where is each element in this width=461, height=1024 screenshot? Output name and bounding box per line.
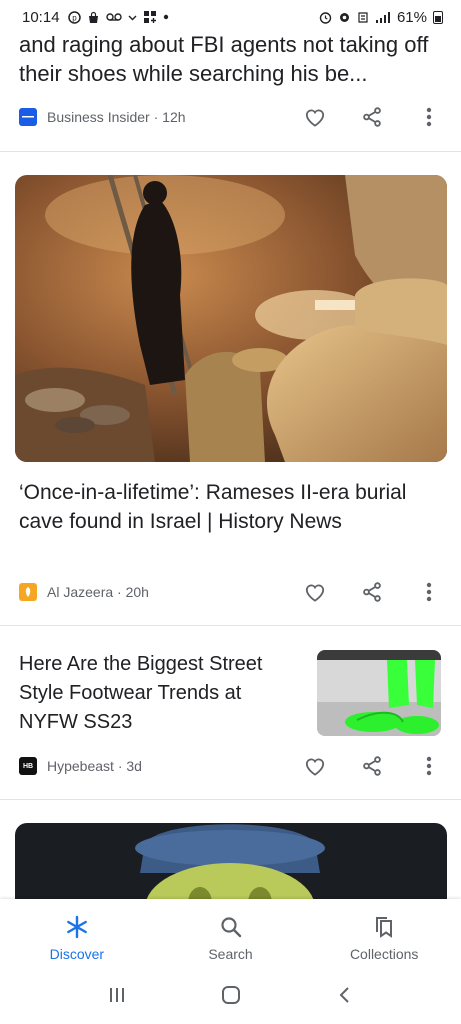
divider [0, 799, 461, 800]
heart-icon [305, 109, 325, 127]
search-icon [218, 914, 244, 940]
dot-icon [163, 14, 168, 20]
nav-search[interactable]: Search [154, 899, 308, 971]
alarm-icon [319, 11, 332, 24]
signal-icon [375, 11, 390, 23]
settings-icon [339, 12, 349, 22]
nav-collections[interactable]: Collections [307, 899, 461, 971]
nav-discover[interactable]: Discover [0, 899, 154, 971]
system-icons: 61% [319, 9, 443, 26]
al-jazeera-logo [19, 583, 37, 601]
share-button[interactable] [357, 105, 387, 129]
share-button[interactable] [357, 580, 387, 604]
like-button[interactable] [300, 580, 330, 604]
share-button[interactable] [357, 754, 387, 778]
nav-label: Search [208, 946, 253, 962]
nav-label: Discover [49, 946, 105, 962]
recent-apps-button[interactable] [107, 985, 127, 1010]
back-button[interactable] [335, 985, 355, 1010]
heart-icon [305, 758, 325, 776]
article-title[interactable]: ‘Once-in-a-lifetime’: Rameses II-era bur… [19, 478, 439, 536]
status-time: 10:14 [22, 8, 60, 26]
share-icon [363, 756, 381, 776]
home-button[interactable] [220, 984, 242, 1011]
status-bar: 10:14 p 61% [0, 0, 461, 34]
chevron-down-icon [128, 15, 137, 20]
article-title[interactable]: Here Are the Biggest Street Style Footwe… [19, 650, 304, 737]
more-vert-icon [426, 107, 432, 127]
more-options-button[interactable] [414, 105, 444, 129]
article-meta-row: Al Jazeera · 20h [19, 580, 444, 604]
notification-icons: p [67, 10, 169, 24]
article-source: Hypebeast · 3d [47, 758, 142, 774]
back-icon [339, 987, 349, 1003]
article-meta-row: Business Insider · 12h [19, 105, 444, 129]
bag-icon [88, 11, 98, 23]
asterisk-icon [64, 914, 90, 940]
more-options-button[interactable] [414, 580, 444, 604]
battery-percent: 61% [396, 8, 427, 26]
nav-label: Collections [349, 946, 419, 962]
divider [0, 625, 461, 626]
voicemail-icon [105, 13, 122, 21]
article-hero-image[interactable] [15, 175, 447, 462]
more-vert-icon [426, 582, 432, 602]
like-button[interactable] [300, 105, 330, 129]
hypebeast-logo: HB [19, 757, 37, 775]
heart-icon [305, 584, 325, 602]
article-meta-row: HB Hypebeast · 3d [19, 754, 444, 778]
recent-apps-icon [109, 988, 124, 1002]
share-icon [363, 582, 381, 602]
wifi-calling-icon [358, 11, 368, 23]
more-options-button[interactable] [414, 754, 444, 778]
more-vert-icon [426, 756, 432, 776]
article-source: Business Insider · 12h [47, 109, 186, 125]
bottom-navigation: Discover Search Collections [0, 899, 461, 971]
battery-icon [433, 10, 443, 24]
svg-text:p: p [72, 13, 77, 22]
article-thumbnail[interactable] [317, 650, 441, 736]
article-title[interactable]: and raging about FBI agents not taking o… [19, 30, 449, 88]
system-navigation-bar [0, 971, 461, 1024]
business-insider-logo [19, 108, 37, 126]
apps-grid-icon [143, 11, 156, 23]
like-button[interactable] [300, 754, 330, 778]
share-icon [363, 107, 381, 127]
pinterest-icon: p [67, 10, 81, 24]
article-source: Al Jazeera · 20h [47, 584, 149, 600]
home-icon [221, 986, 240, 1004]
divider [0, 151, 461, 152]
collections-icon [371, 914, 397, 940]
